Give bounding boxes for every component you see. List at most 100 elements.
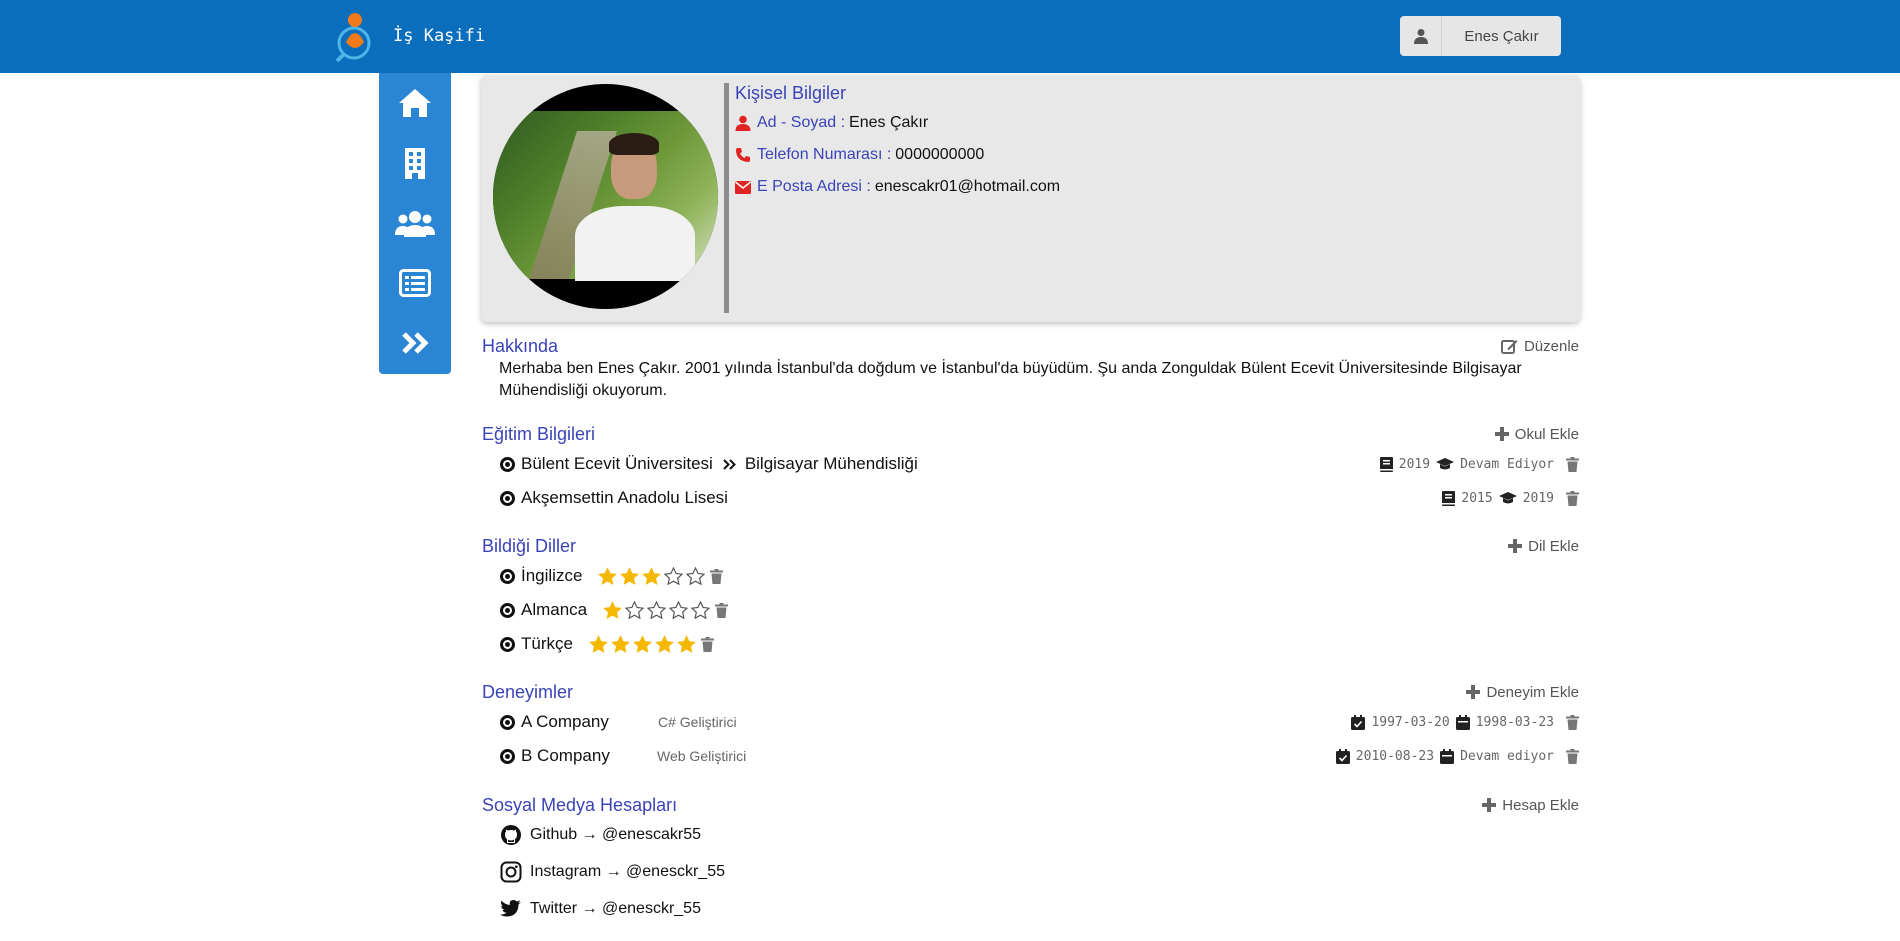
star-empty-icon[interactable] bbox=[625, 601, 645, 619]
bullet-icon bbox=[500, 568, 515, 584]
star-empty-icon[interactable] bbox=[669, 601, 689, 619]
instagram-icon bbox=[500, 861, 522, 882]
plus-icon bbox=[1494, 427, 1509, 441]
email-label: E Posta Adresi : bbox=[757, 178, 871, 195]
role-name: Web Geliştirici bbox=[657, 748, 747, 764]
star-empty-icon[interactable] bbox=[647, 601, 667, 619]
calendar-icon bbox=[1440, 748, 1455, 764]
company-name: A Company bbox=[521, 712, 609, 731]
user-name: Enes Çakır bbox=[1464, 27, 1539, 45]
start-year: 2019 bbox=[1398, 456, 1431, 472]
plus-icon bbox=[1466, 685, 1481, 699]
language-rating[interactable] bbox=[598, 567, 724, 585]
social-title: Sosyal Medya Hesapları bbox=[482, 794, 678, 815]
logo-icon[interactable] bbox=[335, 10, 375, 62]
users-icon bbox=[395, 211, 435, 237]
trash-icon[interactable] bbox=[700, 636, 714, 652]
avatar bbox=[493, 84, 718, 309]
graduation-cap-icon bbox=[1498, 491, 1517, 503]
email-line: E Posta Adresi : enescakr01@hotmail.com bbox=[735, 178, 1060, 196]
star-empty-icon[interactable] bbox=[664, 567, 684, 585]
divider bbox=[724, 83, 729, 313]
company-name: B Company bbox=[521, 746, 610, 765]
social-item-twitter[interactable]: Twitter → @enesckr_55 bbox=[482, 890, 1579, 927]
sidebar-item-users[interactable] bbox=[379, 193, 451, 253]
phone-value: 0000000000 bbox=[895, 146, 985, 163]
sidebar-item-more[interactable] bbox=[379, 313, 451, 373]
sidebar-item-companies[interactable] bbox=[379, 133, 451, 193]
trash-icon[interactable] bbox=[1566, 456, 1579, 472]
start-date: 1997-03-20 bbox=[1371, 714, 1450, 730]
home-icon bbox=[399, 89, 431, 117]
about-title: Hakkında bbox=[482, 335, 559, 356]
phone-line: Telefon Numarası : 0000000000 bbox=[735, 146, 1060, 164]
social-item-github[interactable]: Github → @enescakr55 bbox=[482, 816, 1579, 853]
name-value: Enes Çakır bbox=[849, 114, 929, 131]
list-item: Akşemsettin Anadolu Lisesi 2015 2019 bbox=[482, 481, 1579, 515]
list-item: B Company Web Geliştirici 2010-08-23 Dev… bbox=[482, 739, 1579, 773]
user-menu-button[interactable]: Enes Çakır bbox=[1400, 16, 1561, 56]
star-filled-icon[interactable] bbox=[598, 567, 618, 585]
star-empty-icon[interactable] bbox=[691, 601, 711, 619]
trash-icon[interactable] bbox=[1566, 490, 1579, 506]
book-icon bbox=[1442, 490, 1456, 506]
email-value: enescakr01@hotmail.com bbox=[874, 178, 1061, 195]
languages-title: Bildiği Diller bbox=[482, 535, 577, 556]
language-name: Türkçe bbox=[521, 634, 573, 653]
about-text: Merhaba ben Enes Çakır. 2001 yılında İst… bbox=[499, 360, 1522, 399]
social-label: Twitter → @enesckr_55 bbox=[530, 899, 701, 917]
start-year: 2015 bbox=[1461, 490, 1493, 506]
calendar-check-icon bbox=[1351, 714, 1366, 730]
top-navbar: İş Kaşifi Enes Çakır bbox=[0, 0, 1900, 73]
brand-name[interactable]: İş Kaşifi bbox=[393, 26, 485, 46]
social-item-instagram[interactable]: Instagram → @enesckr_55 bbox=[482, 853, 1579, 890]
bullet-icon bbox=[500, 602, 515, 618]
add-experience-button[interactable]: Deneyim Ekle bbox=[1466, 684, 1579, 701]
social-section: Sosyal Medya Hesapları Hesap Ekle Github… bbox=[482, 794, 1579, 927]
sidebar-item-home[interactable] bbox=[379, 73, 451, 133]
star-filled-icon[interactable] bbox=[642, 567, 662, 585]
trash-icon[interactable] bbox=[1566, 714, 1579, 730]
star-filled-icon[interactable] bbox=[589, 635, 608, 653]
end-year: 2019 bbox=[1522, 490, 1554, 506]
add-account-button[interactable]: Hesap Ekle bbox=[1482, 797, 1579, 814]
user-icon bbox=[735, 115, 751, 131]
star-filled-icon[interactable] bbox=[677, 635, 696, 653]
language-rating[interactable] bbox=[603, 601, 729, 619]
plus-icon bbox=[1508, 539, 1523, 553]
add-school-button[interactable]: Okul Ekle bbox=[1494, 426, 1579, 443]
star-empty-icon[interactable] bbox=[686, 567, 706, 585]
trash-icon[interactable] bbox=[710, 568, 724, 584]
star-filled-icon[interactable] bbox=[633, 635, 652, 653]
edit-about-button[interactable]: Düzenle bbox=[1500, 337, 1579, 355]
edit-label: Düzenle bbox=[1523, 337, 1579, 355]
phone-icon bbox=[736, 148, 750, 162]
star-filled-icon[interactable] bbox=[603, 601, 623, 619]
phone-label: Telefon Numarası : bbox=[757, 146, 892, 163]
list-icon bbox=[399, 269, 431, 297]
list-item: İngilizce bbox=[482, 559, 1579, 593]
trash-icon[interactable] bbox=[715, 602, 729, 618]
language-rating[interactable] bbox=[589, 635, 714, 653]
sidebar-item-list[interactable] bbox=[379, 253, 451, 313]
bullet-icon bbox=[500, 748, 515, 764]
trash-icon[interactable] bbox=[1566, 748, 1579, 764]
sidebar bbox=[379, 73, 451, 374]
name-label: Ad - Soyad : bbox=[757, 114, 846, 131]
bullet-icon bbox=[500, 636, 515, 652]
add-account-label: Hesap Ekle bbox=[1502, 796, 1579, 814]
github-icon bbox=[501, 824, 521, 845]
social-label: Github → @enescakr55 bbox=[530, 825, 701, 843]
bullet-icon bbox=[500, 714, 515, 730]
plus-icon bbox=[1482, 798, 1497, 812]
calendar-icon bbox=[1455, 714, 1470, 730]
star-filled-icon[interactable] bbox=[611, 635, 630, 653]
about-section: Hakkında Düzenle Merhaba ben Enes Çakır.… bbox=[482, 335, 1579, 402]
end-year: Devam Ediyor bbox=[1460, 456, 1554, 472]
twitter-icon bbox=[500, 899, 521, 916]
list-item: A Company C# Geliştirici 1997-03-20 1998… bbox=[482, 705, 1579, 739]
star-filled-icon[interactable] bbox=[620, 567, 640, 585]
add-language-button[interactable]: Dil Ekle bbox=[1508, 538, 1579, 555]
star-filled-icon[interactable] bbox=[655, 635, 674, 653]
name-line: Ad - Soyad : Enes Çakır bbox=[735, 114, 1060, 132]
